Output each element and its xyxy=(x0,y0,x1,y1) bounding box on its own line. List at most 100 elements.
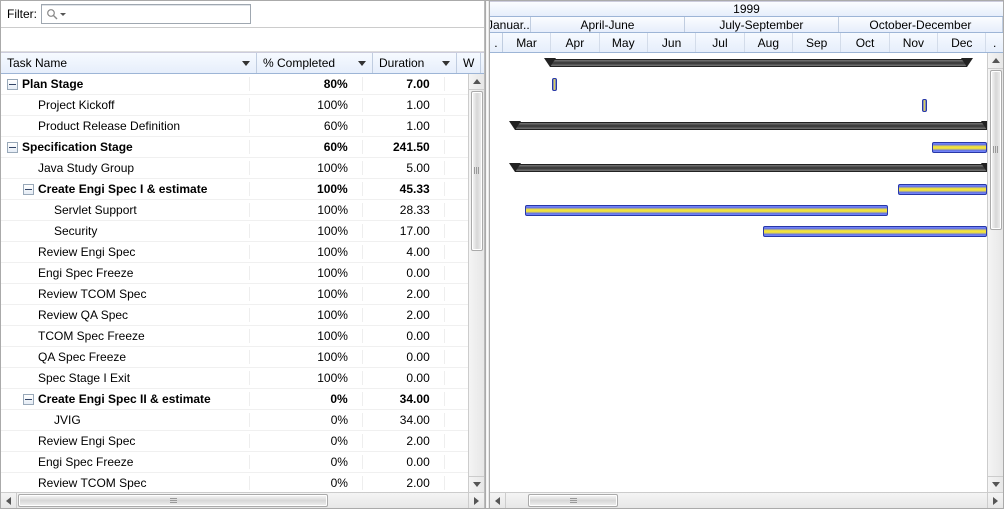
task-name-label: JVIG xyxy=(54,413,81,427)
table-row[interactable]: Engi Spec Freeze0%0.00 xyxy=(1,452,468,473)
timeline-month[interactable]: Mar xyxy=(503,33,551,52)
gantt-row[interactable] xyxy=(490,200,987,221)
gantt-row[interactable] xyxy=(490,116,987,137)
gantt-row[interactable] xyxy=(490,137,987,158)
gantt-row[interactable] xyxy=(490,347,987,368)
scroll-thumb[interactable] xyxy=(990,70,1002,230)
gantt-task-bar[interactable] xyxy=(932,142,987,153)
table-row[interactable]: Review Engi Spec0%2.00 xyxy=(1,431,468,452)
scroll-up-button[interactable] xyxy=(988,53,1003,69)
timeline-month[interactable]: Nov xyxy=(890,33,938,52)
col-w[interactable]: W xyxy=(457,53,481,73)
gantt-row[interactable] xyxy=(490,368,987,389)
expand-toggle[interactable] xyxy=(7,79,18,90)
gantt-row[interactable] xyxy=(490,305,987,326)
filter-box[interactable] xyxy=(41,4,251,24)
sort-icon[interactable] xyxy=(358,61,366,66)
scroll-thumb[interactable] xyxy=(471,91,483,251)
gantt-task-bar[interactable] xyxy=(525,205,888,216)
table-row[interactable]: Spec Stage I Exit100%0.00 xyxy=(1,368,468,389)
timeline-quarter-header[interactable]: Januar...April-JuneJuly-SeptemberOctober… xyxy=(490,17,1003,33)
timeline-month[interactable]: . xyxy=(490,33,503,52)
sort-icon[interactable] xyxy=(442,61,450,66)
gantt-summary-bar[interactable] xyxy=(550,59,968,67)
gantt-row[interactable] xyxy=(490,452,987,473)
timeline-year-header[interactable]: 1999 xyxy=(490,1,1003,17)
table-row[interactable]: QA Spec Freeze100%0.00 xyxy=(1,347,468,368)
scroll-down-button[interactable] xyxy=(988,476,1003,492)
gantt-task-bar[interactable] xyxy=(898,184,987,195)
expand-toggle[interactable] xyxy=(7,142,18,153)
table-row[interactable]: Project Kickoff100%1.00 xyxy=(1,95,468,116)
timeline-month[interactable]: Jul xyxy=(696,33,744,52)
timeline-month[interactable]: . xyxy=(986,33,1003,52)
scroll-right-button[interactable] xyxy=(468,493,484,508)
table-row[interactable]: TCOM Spec Freeze100%0.00 xyxy=(1,326,468,347)
timeline-body[interactable] xyxy=(490,53,987,492)
scroll-left-button[interactable] xyxy=(490,493,506,508)
gantt-milestone-bar[interactable] xyxy=(922,99,927,112)
table-row[interactable]: Plan Stage80%7.00 xyxy=(1,74,468,95)
table-row[interactable]: Review TCOM Spec0%2.00 xyxy=(1,473,468,492)
table-row[interactable]: Java Study Group100%5.00 xyxy=(1,158,468,179)
grid-horizontal-scrollbar[interactable] xyxy=(1,492,484,508)
table-row[interactable]: Security100%17.00 xyxy=(1,221,468,242)
timeline-month[interactable]: Oct xyxy=(841,33,889,52)
gantt-row[interactable] xyxy=(490,158,987,179)
scroll-right-button[interactable] xyxy=(987,493,1003,508)
timeline-month[interactable]: Dec xyxy=(938,33,986,52)
grid-vertical-scrollbar[interactable] xyxy=(468,74,484,492)
scroll-up-button[interactable] xyxy=(469,74,484,90)
gantt-row[interactable] xyxy=(490,242,987,263)
timeline-month[interactable]: Apr xyxy=(551,33,599,52)
timeline-quarter[interactable]: Januar... xyxy=(490,17,531,32)
gantt-row[interactable] xyxy=(490,263,987,284)
timeline-quarter[interactable]: July-September xyxy=(685,17,839,32)
scroll-thumb[interactable] xyxy=(18,494,328,507)
timeline-quarter[interactable]: October-December xyxy=(839,17,1003,32)
gantt-row[interactable] xyxy=(490,95,987,116)
col-task-name[interactable]: Task Name xyxy=(1,53,257,73)
col-pct-completed[interactable]: % Completed xyxy=(257,53,373,73)
gantt-row[interactable] xyxy=(490,53,987,74)
timeline-month[interactable]: Sep xyxy=(793,33,841,52)
col-duration[interactable]: Duration xyxy=(373,53,457,73)
gantt-row[interactable] xyxy=(490,431,987,452)
table-row[interactable]: Review QA Spec100%2.00 xyxy=(1,305,468,326)
gantt-row[interactable] xyxy=(490,410,987,431)
table-row[interactable]: Product Release Definition60%1.00 xyxy=(1,116,468,137)
table-row[interactable]: Specification Stage60%241.50 xyxy=(1,137,468,158)
sort-icon[interactable] xyxy=(242,61,250,66)
timeline-vertical-scrollbar[interactable] xyxy=(987,53,1003,492)
gantt-row[interactable] xyxy=(490,389,987,410)
table-row[interactable]: Review Engi Spec100%4.00 xyxy=(1,242,468,263)
gantt-task-bar[interactable] xyxy=(763,226,987,237)
timeline-month[interactable]: May xyxy=(600,33,648,52)
timeline-month-header[interactable]: .MarAprMayJunJulAugSepOctNovDec. xyxy=(490,33,1003,53)
gantt-milestone-bar[interactable] xyxy=(552,78,557,91)
expand-toggle[interactable] xyxy=(23,184,34,195)
timeline-quarter[interactable]: April-June xyxy=(531,17,685,32)
table-row[interactable]: Review TCOM Spec100%2.00 xyxy=(1,284,468,305)
gantt-summary-bar[interactable] xyxy=(515,122,987,130)
grid-body[interactable]: Plan Stage80%7.00Project Kickoff100%1.00… xyxy=(1,74,468,492)
filter-input[interactable] xyxy=(66,6,246,22)
gantt-summary-bar[interactable] xyxy=(515,164,987,172)
scroll-down-button[interactable] xyxy=(469,476,484,492)
scroll-thumb[interactable] xyxy=(528,494,618,507)
timeline-horizontal-scrollbar[interactable] xyxy=(490,492,1003,508)
expand-toggle[interactable] xyxy=(23,394,34,405)
table-row[interactable]: Servlet Support100%28.33 xyxy=(1,200,468,221)
scroll-left-button[interactable] xyxy=(1,493,17,508)
gantt-row[interactable] xyxy=(490,284,987,305)
gantt-row[interactable] xyxy=(490,179,987,200)
timeline-month[interactable]: Jun xyxy=(648,33,696,52)
gantt-row[interactable] xyxy=(490,326,987,347)
table-row[interactable]: JVIG0%34.00 xyxy=(1,410,468,431)
gantt-row[interactable] xyxy=(490,74,987,95)
timeline-month[interactable]: Aug xyxy=(745,33,793,52)
gantt-row[interactable] xyxy=(490,221,987,242)
table-row[interactable]: Engi Spec Freeze100%0.00 xyxy=(1,263,468,284)
table-row[interactable]: Create Engi Spec I & estimate100%45.33 xyxy=(1,179,468,200)
table-row[interactable]: Create Engi Spec II & estimate0%34.00 xyxy=(1,389,468,410)
